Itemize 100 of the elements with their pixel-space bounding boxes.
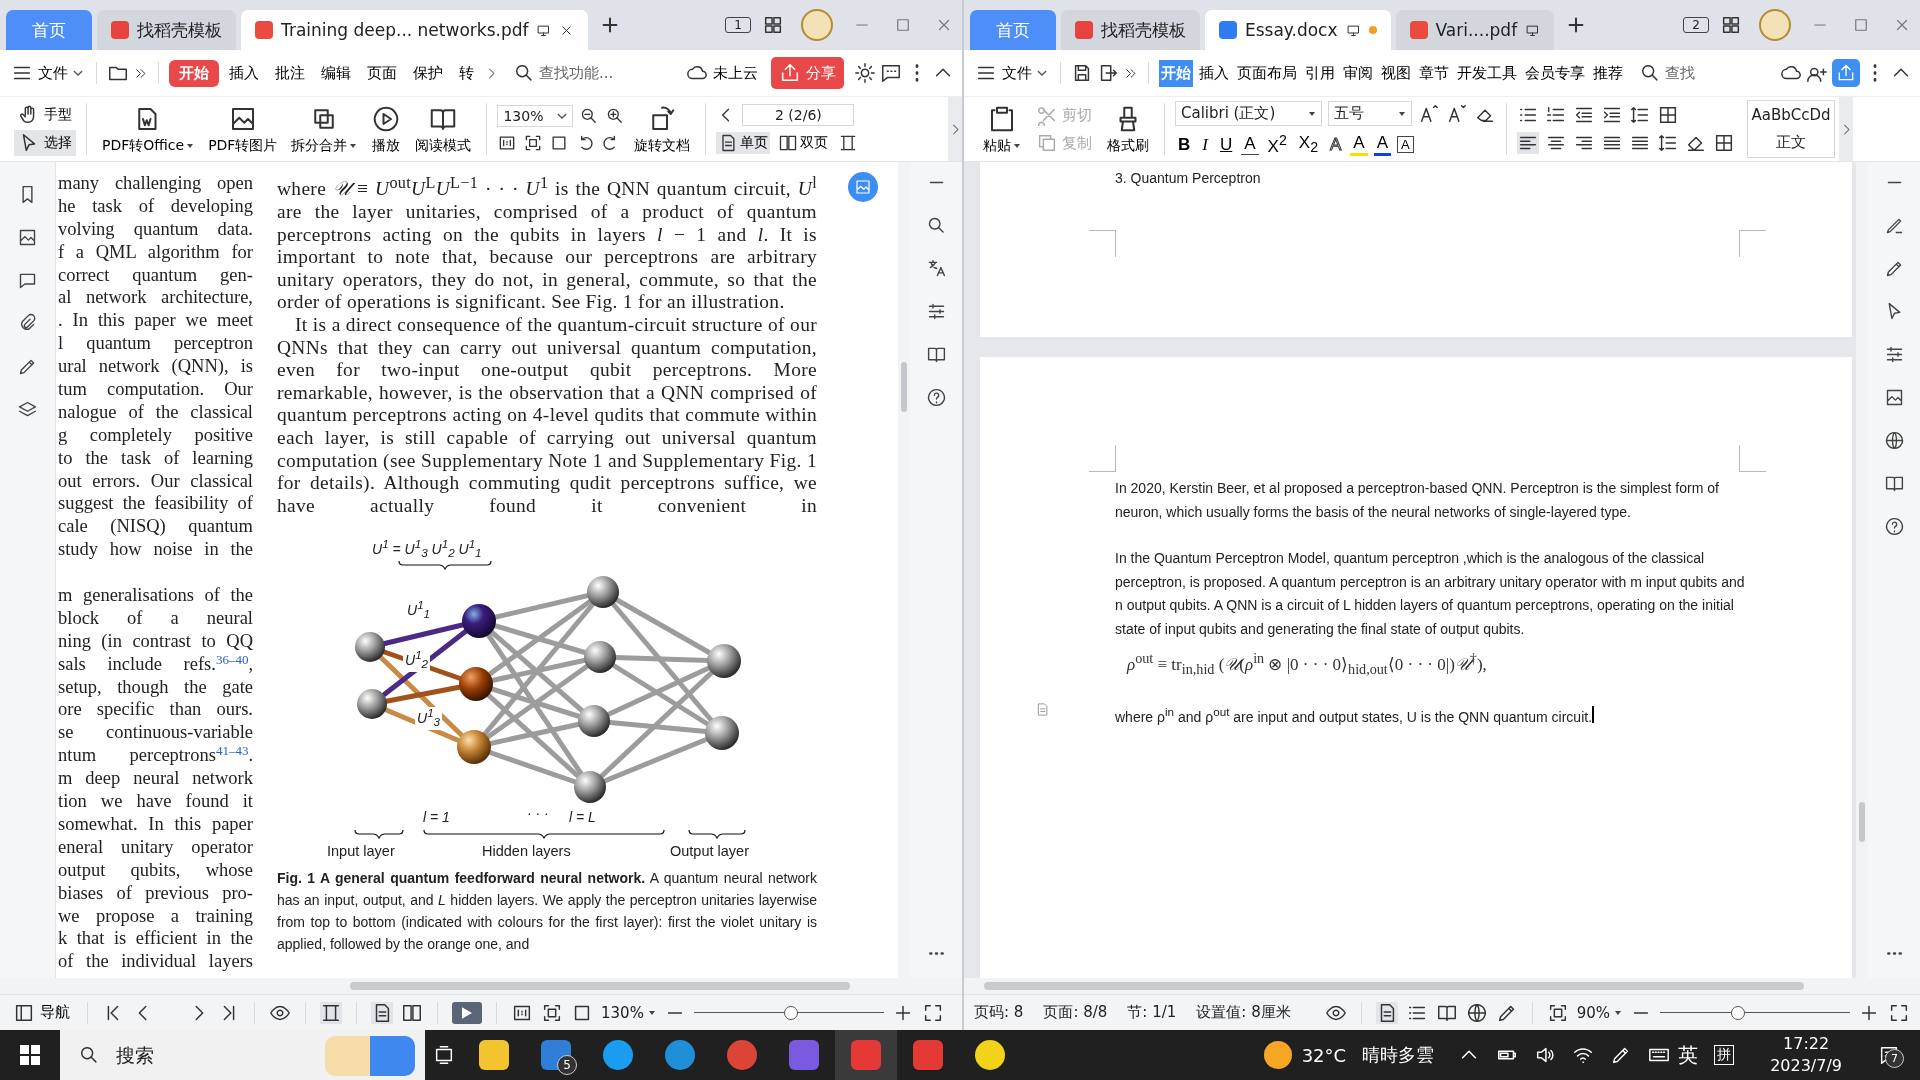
format-button[interactable]: X$_{2}$ [1295, 133, 1321, 156]
continuous-icon[interactable] [320, 1001, 342, 1024]
navigation-button[interactable]: 导航 [10, 1001, 73, 1024]
format-button[interactable]: A [1373, 133, 1392, 156]
chat-icon[interactable] [880, 62, 902, 84]
play-button[interactable] [452, 1001, 482, 1024]
weather-icon[interactable] [1263, 1041, 1292, 1069]
globe-icon[interactable] [1465, 1001, 1488, 1024]
zoom-select[interactable]: 130% [601, 1003, 656, 1022]
help-icon[interactable] [1883, 516, 1905, 537]
window-number-icon[interactable]: 1 [725, 17, 751, 33]
ribbon-tab[interactable]: 视图 [1379, 59, 1413, 87]
ribbon-tab[interactable]: 插入 [223, 59, 265, 87]
sort-icon[interactable] [1629, 104, 1651, 126]
zoom-select[interactable]: 130% [497, 105, 574, 127]
grow-font-icon[interactable] [1418, 102, 1440, 125]
ribbon-tab[interactable]: 页面 [361, 59, 403, 87]
border-icon[interactable] [1657, 104, 1679, 126]
ribbon-tab[interactable]: 编辑 [315, 59, 357, 87]
wps-app-icon[interactable] [835, 1030, 897, 1080]
ribbon-tab[interactable]: 章节 [1417, 59, 1451, 87]
page-icon[interactable] [371, 1001, 393, 1024]
search-field[interactable]: 查找 [1665, 64, 1699, 82]
ribbon-tab[interactable]: 审阅 [1341, 59, 1375, 87]
style-gallery-item[interactable]: AaBbCcDd 正文 [1747, 100, 1835, 158]
cloud-status-button[interactable]: 未上云 [683, 62, 761, 84]
maximize-icon[interactable] [894, 16, 912, 34]
format-button[interactable]: A [1241, 134, 1259, 155]
scrollbar-thumb[interactable] [350, 982, 850, 990]
image-icon[interactable] [17, 227, 38, 248]
tab[interactable]: Vari....pdf [1395, 10, 1555, 50]
tab[interactable]: 找稻壳模板 [1061, 10, 1200, 50]
ribbon-tab[interactable]: 推荐 [1591, 59, 1625, 87]
table-border-icon[interactable] [1713, 132, 1735, 154]
share-button[interactable]: 分享 [771, 57, 844, 89]
notification-icon[interactable] [1878, 1044, 1900, 1066]
ribbon-tab[interactable]: 开发工具 [1455, 59, 1519, 87]
ribbon-tab[interactable]: 开始 [169, 59, 219, 87]
format-button[interactable]: A [1350, 133, 1368, 156]
slider-thumb[interactable] [1730, 1005, 1745, 1020]
reference-link[interactable]: 41–43 [215, 743, 249, 759]
toolbar-button[interactable]: PDF转Office [97, 103, 200, 155]
ribbon-tab[interactable]: 插入 [1197, 59, 1231, 87]
ribbon-tab[interactable]: 引用 [1303, 59, 1337, 87]
zoom-select[interactable]: 90% [1576, 1003, 1622, 1022]
scrollbar-thumb[interactable] [901, 362, 907, 412]
format-painter-button[interactable]: 格式刷 [1102, 103, 1154, 155]
tool-button[interactable]: 选择 [14, 130, 76, 156]
font-select[interactable]: Calibri (正文) [1175, 101, 1322, 127]
settings-icon[interactable] [854, 62, 876, 84]
tab[interactable]: Essay.docx [1205, 10, 1391, 50]
translate-button[interactable] [848, 172, 878, 202]
ribbon-tab[interactable]: 转 [453, 59, 480, 87]
temperature[interactable]: 32°C [1301, 1044, 1347, 1066]
grid-icon[interactable] [762, 14, 784, 36]
input-mode[interactable]: 拼 [1714, 1045, 1735, 1065]
clock-time[interactable]: 17:22 [1783, 1033, 1830, 1055]
paste-button[interactable]: 粘贴 [978, 103, 1026, 155]
scrollbar-thumb[interactable] [984, 982, 1804, 990]
line-spacing-icon[interactable] [1657, 132, 1679, 154]
help-icon[interactable] [925, 387, 947, 408]
input-language[interactable]: 英 [1678, 1041, 1699, 1069]
maximize-icon[interactable] [1852, 16, 1870, 34]
file-menu[interactable]: 文件 [972, 62, 1050, 84]
toolbar-button[interactable]: PDF转图片 [203, 103, 283, 155]
tool-button[interactable]: 手型 [14, 102, 76, 128]
format-button[interactable]: A [1397, 136, 1414, 153]
ribbon-tab[interactable]: 会员专享 [1523, 59, 1587, 87]
file-menu[interactable]: 文件 [8, 62, 86, 84]
rotate-document-button[interactable]: 旋转文档 [629, 103, 696, 155]
format-button[interactable]: U [1216, 134, 1236, 155]
view-mode-button[interactable]: 单页 [716, 132, 771, 154]
task-view-icon[interactable] [433, 1044, 455, 1066]
ribbon-tab[interactable]: 保护 [407, 59, 449, 87]
page-view-icon[interactable] [1375, 1001, 1398, 1024]
format-button[interactable]: B [1175, 134, 1194, 155]
font-size-select[interactable]: 五号 [1328, 101, 1412, 127]
toolbar-button[interactable]: 拆分合并 [286, 103, 363, 155]
format-button[interactable]: I [1199, 134, 1211, 155]
ribbon-tab[interactable]: 批注 [269, 59, 311, 87]
weather-condition[interactable]: 晴時多雲 [1362, 1043, 1435, 1067]
tab[interactable]: 找稻壳模板 [97, 10, 236, 50]
scrollbar-thumb[interactable] [1859, 802, 1865, 842]
start-icon[interactable] [20, 1045, 40, 1065]
grid-icon[interactable] [1720, 14, 1742, 36]
format-button[interactable]: A [1327, 134, 1345, 155]
compass-icon[interactable] [1883, 430, 1905, 451]
search-field[interactable]: 搜索 [114, 1043, 278, 1067]
align-left-icon[interactable] [1517, 132, 1539, 154]
ribbon-tab[interactable]: 页面布局 [1235, 59, 1299, 87]
page-number-field[interactable]: 2 (2/6) [742, 104, 855, 126]
toolbar-button[interactable]: 播放 [366, 103, 407, 155]
slider-thumb[interactable] [783, 1005, 798, 1020]
view-mode-button[interactable]: 双页 [776, 132, 831, 154]
reference-link[interactable]: 36–40 [215, 651, 249, 667]
window-number-icon[interactable]: 2 [1683, 17, 1709, 33]
clock-date[interactable]: 2023/7/9 [1770, 1055, 1842, 1077]
search-field[interactable]: 查找功能... [539, 64, 635, 82]
shrink-font-icon[interactable] [1446, 102, 1468, 125]
toolbar-button[interactable]: 阅读模式 [410, 103, 477, 155]
